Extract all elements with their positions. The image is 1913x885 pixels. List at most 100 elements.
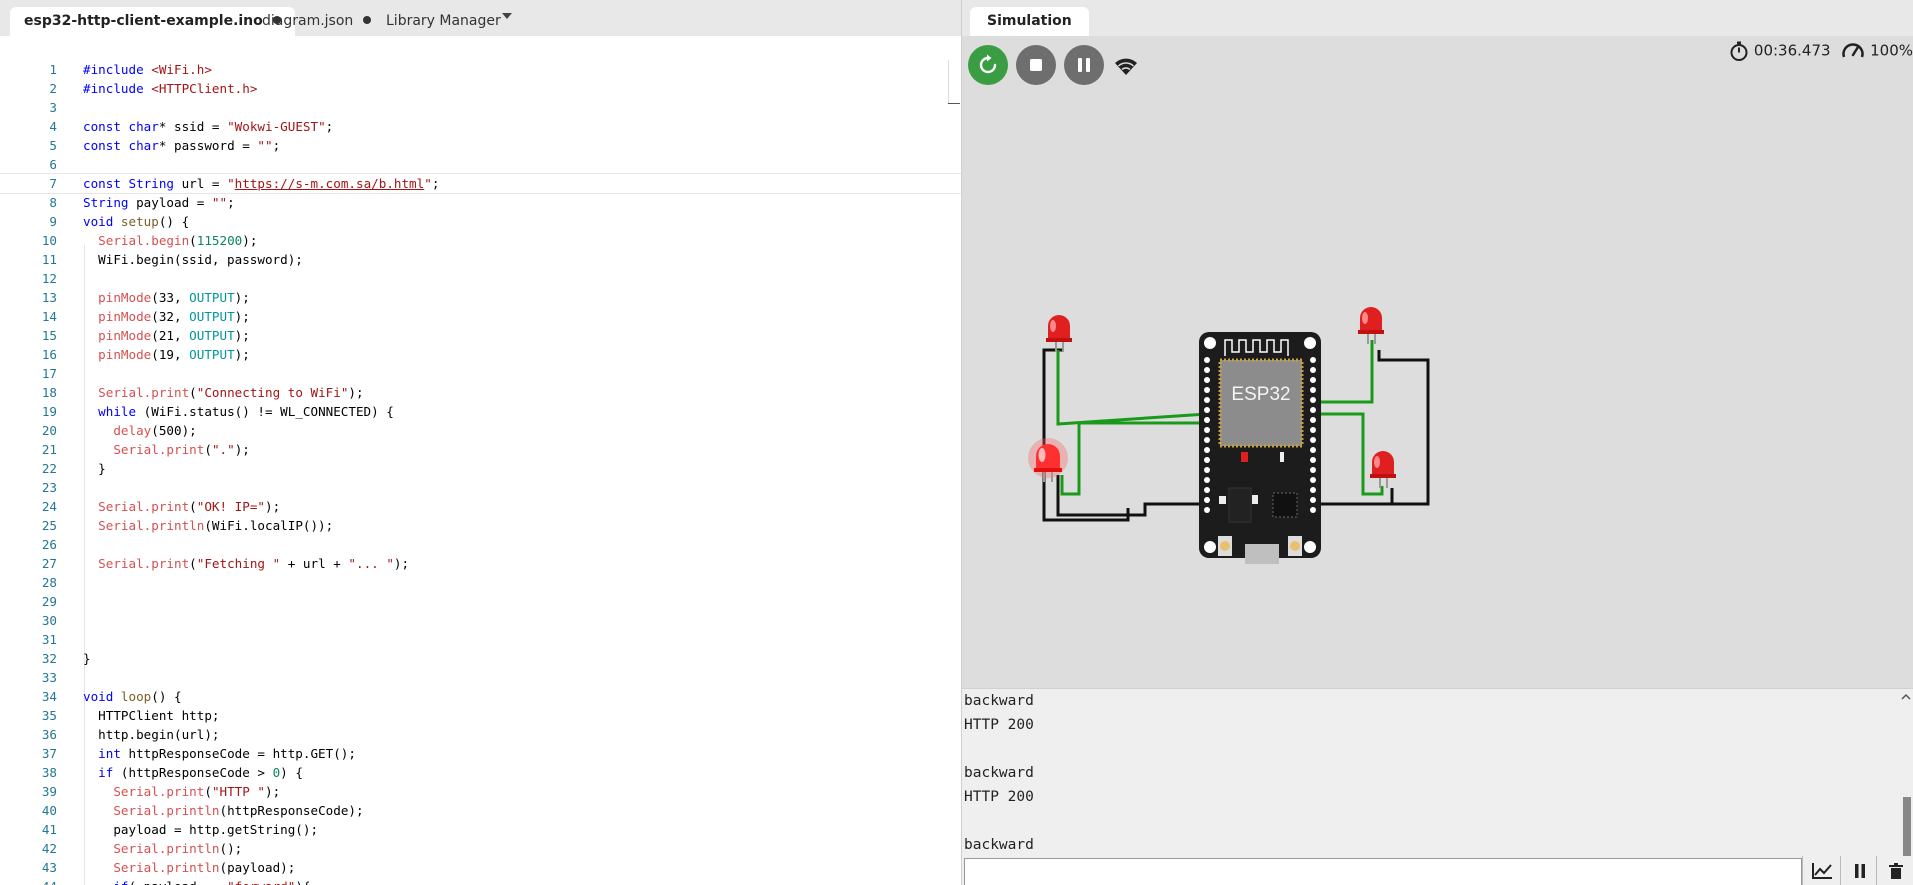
- code-line[interactable]: 23: [0, 478, 961, 497]
- tab-simulation[interactable]: Simulation: [970, 7, 1089, 36]
- code-line[interactable]: 21 Serial.print(".");: [0, 440, 961, 459]
- code-line[interactable]: 43 Serial.println(payload);: [0, 858, 961, 877]
- line-number: 4: [49, 119, 57, 134]
- code-line[interactable]: 44 if( payload == "forward"){: [0, 877, 961, 885]
- code-line[interactable]: 3: [0, 98, 961, 117]
- code-line[interactable]: 15 pinMode(21, OUTPUT);: [0, 326, 961, 345]
- serial-input-bar: [962, 856, 1913, 885]
- line-number: 24: [41, 499, 57, 514]
- code-token: void: [83, 214, 121, 229]
- line-number: 20: [41, 423, 57, 438]
- code-token: "Fetching ": [196, 556, 281, 571]
- serial-input[interactable]: [964, 858, 1802, 885]
- code-text: pinMode(32, OUTPUT);: [83, 307, 250, 326]
- minimap-scroll[interactable]: [948, 60, 961, 104]
- code-line[interactable]: 17: [0, 364, 961, 383]
- code-text: const char* ssid = "Wokwi-GUEST";: [83, 117, 333, 136]
- code-line[interactable]: 30: [0, 611, 961, 630]
- code-line[interactable]: 22 }: [0, 459, 961, 478]
- code-line[interactable]: 18 Serial.print("Connecting to WiFi");: [0, 383, 961, 402]
- code-line[interactable]: 16 pinMode(19, OUTPUT);: [0, 345, 961, 364]
- stop-button[interactable]: [1016, 45, 1056, 85]
- code-line[interactable]: 12: [0, 269, 961, 288]
- code-line[interactable]: 37 int httpResponseCode = http.GET();: [0, 744, 961, 763]
- led-bottom-right[interactable]: [1370, 451, 1396, 488]
- code-line[interactable]: 13 pinMode(33, OUTPUT);: [0, 288, 961, 307]
- code-token: http.begin(url);: [83, 727, 220, 742]
- chevron-down-icon[interactable]: [502, 13, 512, 19]
- wire-gnd-left-bottom[interactable]: [1090, 502, 1207, 517]
- code-token: char: [128, 138, 159, 153]
- code-line[interactable]: 1 #include <WiFi.h>: [0, 60, 961, 79]
- simulation-pane: Simulation 00:36.473 100% ESP32 backward…: [962, 0, 1913, 885]
- code-line[interactable]: 11 WiFi.begin(ssid, password);: [0, 250, 961, 269]
- serial-output[interactable]: backward HTTP 200 backward HTTP 200 backward: [964, 689, 1894, 857]
- serial-pause-button[interactable]: [1840, 856, 1879, 885]
- code-token: payload = http.getString();: [83, 822, 319, 837]
- code-line[interactable]: 27 Serial.print("Fetching " + url + "...…: [0, 554, 961, 573]
- code-line[interactable]: 25 Serial.println(WiFi.localIP());: [0, 516, 961, 535]
- code-line[interactable]: 5 const char* password = "";: [0, 136, 961, 155]
- code-area[interactable]: 1 #include <WiFi.h> 2 #include <HTTPClient.…: [0, 60, 961, 885]
- code-line[interactable]: 19 while (WiFi.status() != WL_CONNECTED)…: [0, 402, 961, 421]
- code-line[interactable]: 28: [0, 573, 961, 592]
- code-token: String: [128, 176, 175, 191]
- clear-serial-button[interactable]: [1876, 856, 1913, 885]
- code-line[interactable]: 2 #include <HTTPClient.h>: [0, 79, 961, 98]
- code-line[interactable]: 6: [0, 155, 961, 174]
- code-line[interactable]: 39 Serial.print("HTTP ");: [0, 782, 961, 801]
- code-line[interactable]: 14 pinMode(32, OUTPUT);: [0, 307, 961, 326]
- wire-signal-right-bottom[interactable]: [1312, 412, 1384, 496]
- serial-scrollbar[interactable]: [1899, 689, 1913, 857]
- code-line[interactable]: 10 Serial.begin(115200);: [0, 231, 961, 250]
- circuit-canvas[interactable]: ESP32: [962, 90, 1913, 688]
- unsaved-dot-icon: [363, 16, 372, 24]
- code-line[interactable]: 7 const String url = "https://s-m.com.sa/…: [0, 173, 961, 194]
- code-line[interactable]: 33: [0, 668, 961, 687]
- code-line[interactable]: 36 http.begin(url);: [0, 725, 961, 744]
- wire-signal-left-bottom[interactable]: [1060, 421, 1207, 496]
- code-line[interactable]: 4 const char* ssid = "Wokwi-GUEST";: [0, 117, 961, 136]
- code-text: Serial.println(WiFi.localIP());: [83, 516, 333, 535]
- code-token: const: [83, 119, 129, 134]
- pause-icon: [1078, 58, 1090, 72]
- code-line[interactable]: 26: [0, 535, 961, 554]
- led-top-left[interactable]: [1046, 315, 1072, 352]
- plotter-button[interactable]: [1802, 856, 1841, 885]
- code-line[interactable]: 32}: [0, 649, 961, 668]
- tab-diagram-json[interactable]: diagram.json: [248, 7, 385, 36]
- chevron-up-icon[interactable]: [1901, 693, 1911, 701]
- code-text: #include <HTTPClient.h>: [83, 79, 257, 98]
- wire-signal-left-top[interactable]: [1056, 350, 1208, 426]
- code-text: Serial.begin(115200);: [83, 231, 257, 250]
- led-top-right[interactable]: [1358, 307, 1384, 344]
- tab-library-manager[interactable]: Library Manager: [372, 7, 515, 36]
- code-line[interactable]: 20 delay(500);: [0, 421, 961, 440]
- code-token: "... ": [348, 556, 394, 571]
- code-line[interactable]: 8 String payload = "";: [0, 193, 961, 212]
- code-line[interactable]: 38 if (httpResponseCode > 0) {: [0, 763, 961, 782]
- restart-button[interactable]: [968, 45, 1008, 85]
- code-line[interactable]: 41 payload = http.getString();: [0, 820, 961, 839]
- code-line[interactable]: 9 void setup() {: [0, 212, 961, 231]
- code-line[interactable]: 24 Serial.print("OK! IP=");: [0, 497, 961, 516]
- scroll-thumb[interactable]: [1903, 797, 1911, 857]
- line-number: 11: [41, 252, 57, 267]
- pause-button[interactable]: [1064, 45, 1104, 85]
- esp32-board[interactable]: ESP32: [1199, 332, 1321, 564]
- code-line[interactable]: 35 HTTPClient http;: [0, 706, 961, 725]
- wire-gnd-right[interactable]: [1312, 350, 1430, 506]
- code-line[interactable]: 40 Serial.println(httpResponseCode);: [0, 801, 961, 820]
- line-number: 8: [49, 195, 57, 210]
- line-number: 17: [41, 366, 57, 381]
- code-line[interactable]: 29: [0, 592, 961, 611]
- code-token: pinMode: [98, 328, 152, 343]
- code-line[interactable]: 34 void loop() {: [0, 687, 961, 706]
- code-line[interactable]: 42 Serial.println();: [0, 839, 961, 858]
- code-token: url =: [174, 176, 228, 191]
- code-line[interactable]: 31: [0, 630, 961, 649]
